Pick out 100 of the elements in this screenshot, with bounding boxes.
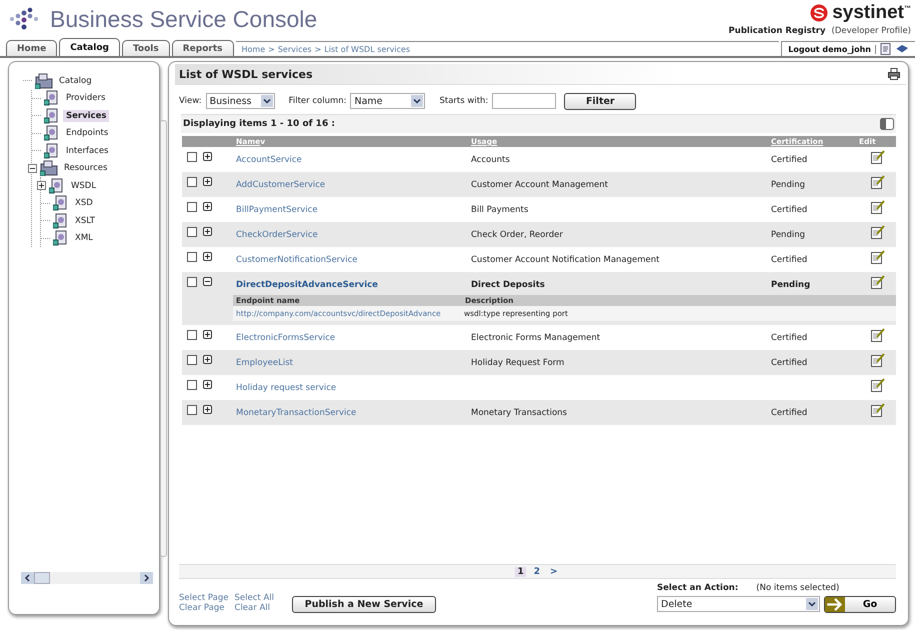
edit-icon[interactable]	[870, 174, 884, 188]
row-checkbox[interactable]	[187, 252, 197, 262]
edit-icon[interactable]	[870, 200, 884, 214]
scrollbar[interactable]	[21, 572, 153, 584]
scroll-right-icon[interactable]	[140, 572, 153, 584]
service-link[interactable]: CheckOrderService	[233, 230, 468, 240]
service-link[interactable]: AddCustomerService	[233, 180, 468, 190]
expand-icon[interactable]	[203, 405, 212, 414]
tab[interactable]: Reports	[172, 40, 234, 56]
service-link[interactable]: EmployeeList	[233, 358, 468, 368]
service-link[interactable]: BillPaymentService	[233, 204, 468, 214]
tree-item[interactable]: WSDL	[68, 180, 100, 192]
selection-link[interactable]: Clear Page	[179, 603, 229, 613]
row-checkbox[interactable]	[187, 380, 197, 390]
scrollbar[interactable]	[160, 120, 167, 557]
collapse-icon[interactable]	[28, 164, 37, 173]
edit-icon[interactable]	[870, 150, 884, 164]
selection-link[interactable]: Select All	[234, 593, 274, 603]
filter-column-label: Filter column:	[288, 96, 346, 106]
tab[interactable]: Catalog	[59, 38, 120, 56]
starts-with-field[interactable]	[492, 93, 556, 109]
tree-item[interactable]: Providers	[63, 92, 108, 104]
columns-icon[interactable]	[880, 118, 894, 130]
scroll-left-icon[interactable]	[21, 572, 34, 584]
selection-link[interactable]: Select Page	[179, 593, 229, 603]
tree-item[interactable]: Endpoints	[63, 127, 112, 140]
tab[interactable]: Tools	[122, 40, 170, 56]
tab[interactable]: Home	[6, 40, 58, 56]
book-icon[interactable]	[895, 44, 909, 54]
app-title: Business Service Console	[50, 6, 318, 32]
expand-icon[interactable]	[203, 152, 212, 161]
starts-with-label: Starts with:	[439, 96, 488, 106]
expand-icon[interactable]	[203, 330, 212, 339]
row-checkbox[interactable]	[187, 176, 197, 186]
document-icon	[53, 195, 69, 212]
edit-icon[interactable]	[870, 378, 884, 392]
expand-icon[interactable]	[203, 380, 212, 389]
document-icon	[44, 125, 60, 142]
tree-item[interactable]: XML	[72, 232, 96, 244]
service-link[interactable]: DirectDepositAdvanceService	[233, 280, 468, 290]
tree-item[interactable]: XSLT	[72, 214, 98, 227]
certification-status: Certified	[771, 358, 808, 368]
row-checkbox[interactable]	[187, 404, 197, 414]
edit-icon[interactable]	[870, 274, 884, 288]
profile-label: (Developer Profile)	[832, 26, 911, 36]
breadcrumb-link[interactable]: Home	[242, 44, 266, 54]
document-icon	[53, 230, 69, 246]
scroll-thumb[interactable]	[34, 572, 50, 584]
view-select[interactable]: Business	[206, 93, 275, 109]
breadcrumb-link[interactable]: List of WSDL services	[324, 44, 410, 54]
row-checkbox[interactable]	[187, 226, 197, 236]
row-checkbox[interactable]	[187, 354, 197, 364]
expand-icon[interactable]	[203, 177, 212, 186]
expand-icon[interactable]	[203, 355, 212, 364]
edit-icon[interactable]	[870, 352, 884, 366]
expand-icon[interactable]	[203, 252, 212, 261]
breadcrumb-link[interactable]: Services	[278, 44, 312, 54]
certification-status: Certified	[771, 332, 808, 342]
service-link[interactable]: CustomerNotificationService	[233, 254, 468, 264]
edit-icon[interactable]	[870, 224, 884, 238]
breadcrumb-separator: >	[314, 44, 322, 54]
service-link[interactable]: ElectronicFormsService	[233, 332, 468, 342]
usage-text: Direct Deposits	[471, 280, 545, 290]
edit-icon[interactable]	[870, 250, 884, 264]
edit-icon[interactable]	[870, 328, 884, 342]
edit-icon[interactable]	[870, 402, 884, 416]
print-icon[interactable]	[888, 68, 900, 80]
selection-link[interactable]: Clear All	[234, 603, 274, 613]
document-icon[interactable]	[880, 43, 891, 55]
row-checkbox[interactable]	[187, 152, 197, 162]
row-checkbox[interactable]	[187, 330, 197, 340]
filter-column-select[interactable]: Name	[350, 93, 426, 109]
document-icon	[44, 90, 60, 106]
tree-item[interactable]: XSD	[72, 197, 96, 210]
service-link[interactable]: Holiday request service	[233, 382, 468, 392]
action-label: Select an Action:	[657, 583, 738, 593]
service-link[interactable]: AccountService	[233, 154, 468, 164]
expand-icon[interactable]	[203, 227, 212, 236]
go-button[interactable]: Go	[824, 596, 896, 613]
certification-status: Certified	[771, 204, 808, 214]
document-icon	[49, 178, 65, 194]
tree-item[interactable]: Interfaces	[63, 144, 112, 157]
publish-button[interactable]: Publish a New Service	[292, 596, 436, 613]
collapse-icon[interactable]	[203, 277, 212, 286]
service-link[interactable]: MonetaryTransactionService	[233, 408, 468, 418]
next-page-link[interactable]: >	[548, 566, 560, 576]
page-link[interactable]: 2	[532, 566, 542, 576]
expand-icon[interactable]	[203, 202, 212, 211]
expand-icon[interactable]	[37, 181, 46, 190]
logout-link[interactable]: Logout demo_john	[788, 44, 876, 54]
row-checkbox[interactable]	[187, 202, 197, 212]
page-link[interactable]: 1	[515, 566, 526, 576]
tree-item[interactable]: Catalog	[56, 74, 95, 87]
certification-status: Certified	[771, 154, 808, 164]
row-checkbox[interactable]	[187, 276, 197, 286]
action-select[interactable]: Delete	[657, 596, 820, 612]
tree-item[interactable]: Services	[63, 110, 110, 122]
tree-item[interactable]: Resources	[61, 162, 110, 174]
certification-status: Certified	[771, 408, 808, 418]
filter-button[interactable]: Filter	[564, 92, 636, 110]
